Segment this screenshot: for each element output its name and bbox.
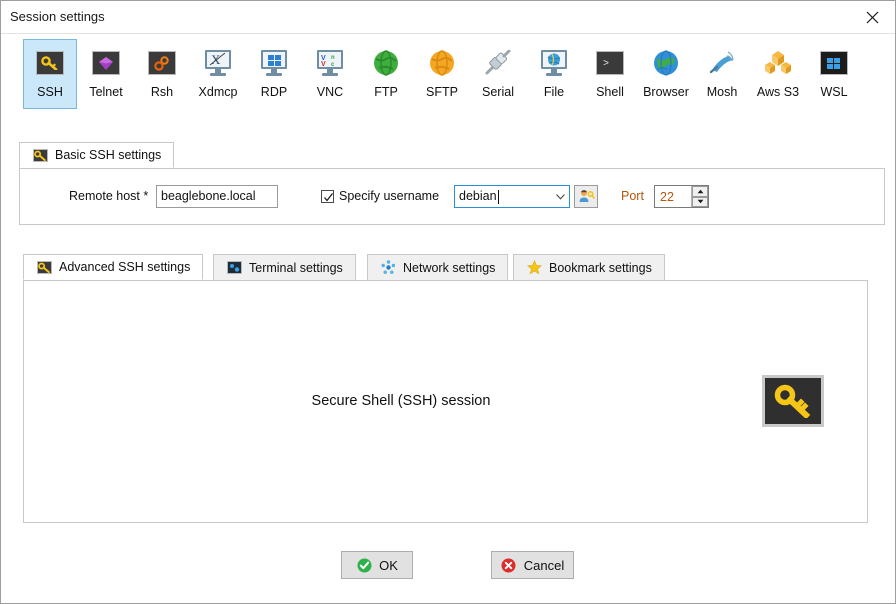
port-label: Port bbox=[621, 189, 644, 203]
tab-terminal-settings[interactable]: Terminal settings bbox=[213, 254, 356, 280]
basic-settings-panel: Remote host * beaglebone.local Specify u… bbox=[19, 168, 885, 225]
session-type-label: RDP bbox=[260, 85, 288, 99]
tab-label: Network settings bbox=[403, 260, 496, 275]
rdp-monitor-icon bbox=[259, 48, 289, 78]
ssh-key-icon bbox=[35, 48, 65, 78]
ssh-key-icon bbox=[762, 375, 824, 427]
session-type-toolbar: SSH Telnet Rsh X Xdmcp RDP V n V c VNC F… bbox=[1, 35, 895, 113]
terminal-icon bbox=[226, 260, 242, 276]
session-type-label: Shell bbox=[596, 85, 624, 99]
port-spin-buttons bbox=[691, 186, 708, 207]
session-type-label: SFTP bbox=[426, 85, 458, 99]
svg-text:X: X bbox=[211, 52, 221, 67]
session-type-label: File bbox=[543, 85, 565, 99]
port-value[interactable]: 22 bbox=[655, 190, 691, 204]
user-key-icon[interactable] bbox=[574, 185, 598, 208]
username-value: debian bbox=[459, 189, 497, 203]
vnc-monitor-icon: V n V c bbox=[315, 48, 345, 78]
session-type-sftp[interactable]: SFTP bbox=[415, 39, 469, 109]
session-type-vnc[interactable]: V n V c VNC bbox=[303, 39, 357, 109]
tab-basic-ssh-settings[interactable]: Basic SSH settings bbox=[19, 142, 175, 168]
shell-prompt-icon: > bbox=[595, 48, 625, 78]
sftp-globe-icon bbox=[427, 48, 457, 78]
session-type-label: Aws S3 bbox=[756, 85, 800, 99]
session-type-label: Rsh bbox=[150, 85, 174, 99]
ssh-key-icon bbox=[36, 259, 52, 275]
chevron-down-icon[interactable] bbox=[692, 196, 708, 207]
text-cursor bbox=[497, 189, 499, 204]
serial-plug-icon bbox=[483, 48, 513, 78]
session-type-mosh[interactable]: Mosh bbox=[695, 39, 749, 109]
cancel-button[interactable]: Cancel bbox=[491, 551, 574, 579]
session-type-ftp[interactable]: FTP bbox=[359, 39, 413, 109]
check-circle-icon bbox=[356, 557, 372, 573]
network-dots-icon bbox=[380, 260, 396, 276]
session-type-label: Xdmcp bbox=[198, 85, 238, 99]
rsh-gears-icon bbox=[147, 48, 177, 78]
ftp-globe-icon bbox=[371, 48, 401, 78]
session-type-label: Serial bbox=[482, 85, 514, 99]
svg-text:V: V bbox=[321, 61, 326, 67]
svg-text:c: c bbox=[331, 62, 335, 67]
port-stepper[interactable]: 22 bbox=[654, 185, 709, 208]
mosh-dish-icon bbox=[707, 48, 737, 78]
svg-text:>: > bbox=[603, 59, 609, 69]
svg-text:n: n bbox=[331, 55, 335, 61]
session-type-label: Browser bbox=[643, 85, 689, 99]
star-icon bbox=[526, 260, 542, 276]
specify-username-checkbox[interactable]: Specify username bbox=[321, 189, 439, 203]
tab-label: Advanced SSH settings bbox=[59, 260, 191, 274]
close-icon[interactable] bbox=[850, 1, 895, 33]
browser-globe-icon bbox=[651, 48, 681, 78]
session-type-label: WSL bbox=[820, 85, 848, 99]
session-type-rsh[interactable]: Rsh bbox=[135, 39, 189, 109]
window-title: Session settings bbox=[10, 9, 105, 24]
session-type-label: SSH bbox=[37, 85, 63, 99]
remote-host-label: Remote host * bbox=[69, 189, 149, 203]
title-bar: Session settings bbox=[1, 1, 895, 34]
checkbox-box bbox=[321, 189, 334, 203]
session-type-file[interactable]: File bbox=[527, 39, 581, 109]
xdmcp-monitor-icon: X bbox=[203, 48, 233, 78]
basic-settings-tabstrip: Basic SSH settings bbox=[19, 142, 219, 169]
chevron-up-icon[interactable] bbox=[692, 186, 708, 197]
x-circle-icon bbox=[501, 557, 517, 573]
chevron-down-icon[interactable] bbox=[556, 194, 565, 201]
telnet-gem-icon bbox=[91, 48, 121, 78]
ssh-key-icon bbox=[32, 147, 48, 163]
session-type-aws-s3[interactable]: Aws S3 bbox=[751, 39, 805, 109]
ok-button[interactable]: OK bbox=[341, 551, 413, 579]
session-type-label: VNC bbox=[316, 85, 344, 99]
session-type-ssh[interactable]: SSH bbox=[23, 39, 77, 109]
cancel-label: Cancel bbox=[523, 557, 565, 573]
session-type-wsl[interactable]: WSL bbox=[807, 39, 861, 109]
session-type-rdp[interactable]: RDP bbox=[247, 39, 301, 109]
session-type-xdmcp[interactable]: X Xdmcp bbox=[191, 39, 245, 109]
tab-bookmark-settings[interactable]: Bookmark settings bbox=[513, 254, 665, 280]
aws-s3-cubes-icon bbox=[763, 48, 793, 78]
session-type-telnet[interactable]: Telnet bbox=[79, 39, 133, 109]
tab-label: Terminal settings bbox=[249, 260, 343, 275]
tab-label: Bookmark settings bbox=[549, 260, 652, 275]
tab-network-settings[interactable]: Network settings bbox=[367, 254, 509, 280]
lower-settings-tabstrip: Advanced SSH settings Terminal settings bbox=[23, 254, 683, 281]
specify-username-label: Specify username bbox=[339, 189, 440, 203]
session-type-browser[interactable]: Browser bbox=[639, 39, 693, 109]
session-settings-dialog: Session settings SSH Telnet Rsh X Xdmcp … bbox=[0, 0, 896, 604]
session-type-serial[interactable]: Serial bbox=[471, 39, 525, 109]
session-type-shell[interactable]: > Shell bbox=[583, 39, 637, 109]
username-combobox[interactable]: debian bbox=[454, 185, 570, 208]
tab-label: Basic SSH settings bbox=[55, 148, 162, 162]
session-type-label: Telnet bbox=[89, 85, 123, 99]
wsl-windows-icon bbox=[819, 48, 849, 78]
file-monitor-icon bbox=[539, 48, 569, 78]
session-type-label: Mosh bbox=[706, 85, 738, 99]
ok-label: OK bbox=[379, 557, 398, 573]
session-type-label: FTP bbox=[374, 85, 398, 99]
tab-advanced-ssh-settings[interactable]: Advanced SSH settings bbox=[23, 254, 204, 280]
session-description: Secure Shell (SSH) session bbox=[311, 393, 491, 409]
remote-host-input[interactable]: beaglebone.local bbox=[156, 185, 278, 208]
